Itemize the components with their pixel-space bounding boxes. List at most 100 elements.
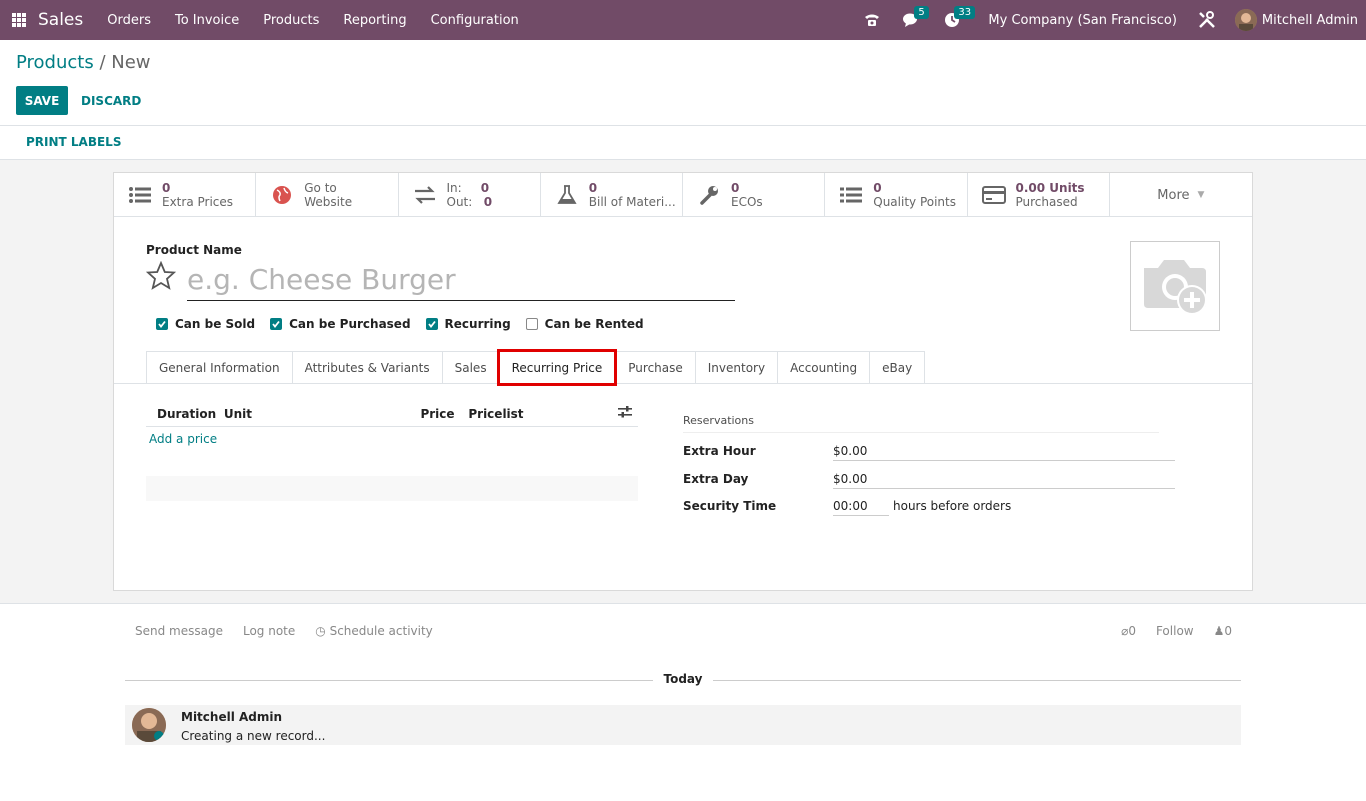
menu-configuration[interactable]: Configuration bbox=[419, 13, 531, 28]
tab-attributes-variants[interactable]: Attributes & Variants bbox=[291, 351, 442, 384]
user-name: Mitchell Admin bbox=[1261, 12, 1358, 28]
menu-reporting[interactable]: Reporting bbox=[331, 13, 418, 28]
tab-purchase[interactable]: Purchase bbox=[615, 351, 695, 384]
security-time-input[interactable]: 00:00 bbox=[833, 496, 889, 516]
breadcrumb-separator: / bbox=[93, 52, 112, 73]
more-label: More bbox=[1157, 187, 1190, 203]
extra-prices-count: 0 bbox=[162, 181, 171, 195]
user-icon: ♟ bbox=[1213, 624, 1225, 638]
quality-points-label: Quality Points bbox=[873, 195, 956, 209]
form-sheet: 0 Extra Prices Go to Website In: 0 Out: 0 … bbox=[113, 172, 1253, 591]
navbar-systray: 5 33 My Company (San Francisco) Mitchell… bbox=[852, 0, 1366, 40]
bill-of-materials-button[interactable]: 0 Bill of Materi... bbox=[541, 173, 683, 217]
ecos-button[interactable]: 0 ECOs bbox=[683, 173, 826, 217]
checked-box-icon bbox=[270, 318, 283, 330]
tab-recurring-price[interactable]: Recurring Price bbox=[496, 349, 618, 386]
followers-count: 0 bbox=[1224, 624, 1232, 638]
extra-hour-row: Extra Hour $0.00 bbox=[683, 441, 1175, 461]
add-price-link[interactable]: Add a price bbox=[146, 427, 638, 451]
bom-count: 0 bbox=[588, 181, 598, 195]
phone-icon[interactable] bbox=[862, 10, 882, 30]
extra-hour-input[interactable]: $0.00 bbox=[833, 441, 1175, 461]
credit-card-icon bbox=[981, 185, 1006, 205]
send-message-button[interactable]: Send message bbox=[135, 624, 223, 638]
quality-points-button[interactable]: 0 Quality Points bbox=[825, 173, 968, 217]
tab-sales[interactable]: Sales bbox=[441, 351, 499, 384]
clock-icon: ◷ bbox=[315, 624, 326, 638]
col-unit[interactable]: Unit bbox=[224, 407, 421, 421]
save-button[interactable]: SAVE bbox=[16, 86, 68, 115]
quality-points-count: 0 bbox=[873, 181, 882, 195]
col-pricelist[interactable]: Pricelist bbox=[468, 407, 618, 421]
table-row bbox=[146, 476, 638, 501]
caret-down-icon: ▼ bbox=[1197, 190, 1205, 200]
go-to-label: Go to bbox=[304, 181, 337, 195]
menu-products[interactable]: Products bbox=[251, 13, 331, 28]
breadcrumb-current: New bbox=[111, 52, 151, 73]
tab-accounting[interactable]: Accounting bbox=[777, 351, 870, 384]
wrench-icon bbox=[697, 185, 721, 205]
can-be-rented-checkbox[interactable]: Can be Rented bbox=[525, 317, 644, 331]
extra-day-label: Extra Day bbox=[683, 472, 749, 486]
extra-hour-label: Extra Hour bbox=[683, 444, 756, 458]
company-switcher[interactable]: My Company (San Francisco) bbox=[988, 13, 1176, 28]
tab-general-information[interactable]: General Information bbox=[146, 351, 292, 384]
main-menu: Orders To Invoice Products Reporting Con… bbox=[95, 13, 531, 28]
chatter-actions: ⌀0 Follow ♟0 bbox=[1101, 624, 1232, 638]
message-body: Creating a new record... bbox=[181, 729, 326, 743]
message-author-avatar bbox=[132, 708, 166, 742]
log-note-button[interactable]: Log note bbox=[243, 624, 295, 638]
in-out-button[interactable]: In: 0 Out: 0 bbox=[399, 173, 541, 217]
attachments-button[interactable]: ⌀0 bbox=[1121, 624, 1136, 638]
user-menu[interactable]: Mitchell Admin bbox=[1234, 9, 1358, 31]
user-avatar bbox=[1234, 9, 1257, 31]
smart-buttons-row: 0 Extra Prices Go to Website In: 0 Out: 0 … bbox=[114, 173, 1252, 217]
tab-ebay[interactable]: eBay bbox=[869, 351, 926, 384]
optional-columns-icon[interactable] bbox=[618, 406, 638, 421]
app-name[interactable]: Sales bbox=[38, 10, 83, 30]
menu-to-invoice[interactable]: To Invoice bbox=[163, 13, 251, 28]
go-to-website-button[interactable]: Go to Website bbox=[256, 173, 399, 217]
table-header: Duration Unit Price Pricelist bbox=[146, 401, 638, 427]
reservations-title: Reservations bbox=[683, 414, 1159, 433]
security-time-label: Security Time bbox=[683, 499, 777, 513]
menu-orders[interactable]: Orders bbox=[95, 13, 163, 28]
extra-day-row: Extra Day $0.00 bbox=[683, 469, 1175, 489]
product-name-input[interactable]: e.g. Cheese Burger bbox=[187, 261, 735, 301]
product-image-upload[interactable] bbox=[1130, 241, 1220, 331]
messages-badge: 5 bbox=[914, 6, 929, 19]
col-price[interactable]: Price bbox=[420, 407, 468, 421]
favorite-star-icon[interactable] bbox=[145, 260, 177, 291]
messages-icon[interactable]: 5 bbox=[902, 6, 929, 30]
print-labels-button[interactable]: PRINT LABELS bbox=[26, 135, 121, 149]
out-label: Out: bbox=[446, 195, 473, 209]
product-name-label: Product Name bbox=[146, 243, 242, 257]
purchased-button[interactable]: 0.00 Units Purchased bbox=[968, 173, 1110, 217]
activity-clock-icon[interactable]: 33 bbox=[942, 6, 976, 30]
tab-inventory[interactable]: Inventory bbox=[694, 351, 778, 384]
can-be-sold-checkbox[interactable]: Can be Sold bbox=[156, 317, 255, 331]
security-time-suffix: hours before orders bbox=[893, 499, 1012, 513]
col-duration[interactable]: Duration bbox=[157, 407, 224, 421]
table-row bbox=[146, 451, 638, 476]
can-be-rented-label: Can be Rented bbox=[544, 317, 644, 331]
can-be-purchased-checkbox[interactable]: Can be Purchased bbox=[270, 317, 411, 331]
tools-icon[interactable] bbox=[1197, 10, 1217, 30]
schedule-activity-button[interactable]: ◷ Schedule activity bbox=[315, 624, 433, 638]
can-be-purchased-label: Can be Purchased bbox=[289, 317, 411, 331]
followers-button[interactable]: ♟0 bbox=[1214, 624, 1232, 638]
extra-prices-button[interactable]: 0 Extra Prices bbox=[114, 173, 257, 217]
follow-button[interactable]: Follow bbox=[1156, 624, 1194, 638]
apps-menu-icon[interactable] bbox=[12, 13, 26, 27]
divider bbox=[0, 125, 1366, 126]
discard-button[interactable]: DISCARD bbox=[81, 86, 141, 115]
recurring-checkbox[interactable]: Recurring bbox=[425, 317, 511, 331]
extra-day-input[interactable]: $0.00 bbox=[833, 469, 1175, 489]
breadcrumb: Products / New bbox=[16, 52, 151, 73]
breadcrumb-products[interactable]: Products bbox=[16, 52, 94, 73]
globe-icon bbox=[270, 185, 294, 205]
message-author[interactable]: Mitchell Admin bbox=[181, 710, 282, 724]
chatter-message: Mitchell Admin Creating a new record... bbox=[125, 705, 1241, 745]
more-button[interactable]: More ▼ bbox=[1110, 173, 1252, 217]
recurring-price-table: Duration Unit Price Pricelist Add a pric… bbox=[146, 401, 638, 501]
